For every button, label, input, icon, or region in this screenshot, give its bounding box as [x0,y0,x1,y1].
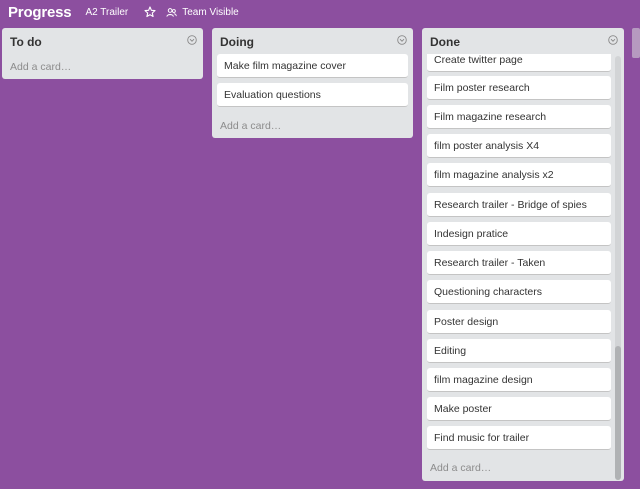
done-card-list[interactable]: Create twitter page Film poster research… [422,54,612,480]
list-menu-icon[interactable] [608,35,618,45]
card[interactable]: Film magazine research [427,105,611,129]
visibility-button[interactable]: Team Visible [166,7,239,18]
board-title[interactable]: Progress [8,4,72,21]
board-scrollbar[interactable] [632,28,640,58]
card[interactable]: Evaluation questions [217,83,408,107]
card[interactable]: Indesign pratice [427,222,611,246]
card[interactable]: Poster design [427,310,611,334]
list-doing: Doing Make film magazine cover Evaluatio… [212,28,413,138]
add-card-button[interactable]: Add a card… [10,61,71,73]
list-title[interactable]: Doing [212,28,413,54]
list-scrollbar[interactable] [615,56,621,480]
card[interactable]: Research trailer - Taken [427,251,611,275]
card[interactable]: film magazine design [427,368,611,392]
card[interactable]: Editing [427,339,611,363]
card[interactable]: Create twitter page [427,54,611,72]
card[interactable]: Film poster research [427,76,611,100]
org-name-link[interactable]: A2 Trailer [85,7,128,18]
list-done: Done Create twitter page Film poster res… [422,28,624,481]
card[interactable]: film magazine analysis x2 [427,163,611,187]
list-todo: To do Add a card… [2,28,203,79]
list-scrollbar-thumb[interactable] [615,346,621,480]
visibility-label: Team Visible [182,6,239,18]
add-card-button[interactable]: Add a card… [220,120,281,132]
card[interactable]: film poster analysis X4 [427,134,611,158]
list-title[interactable]: Done [422,28,624,54]
card[interactable]: Questioning characters [427,280,611,304]
card[interactable]: Make poster [427,397,611,421]
card[interactable]: Research trailer - Bridge of spies [427,193,611,217]
board-header: Progress A2 Trailer Team Visible [0,0,640,24]
star-icon[interactable] [144,6,156,18]
list-menu-icon[interactable] [187,35,197,45]
list-menu-icon[interactable] [397,35,407,45]
add-card-button[interactable]: Add a card… [430,462,491,474]
list-title[interactable]: To do [2,28,203,54]
team-icon [166,7,177,17]
card[interactable]: Find music for trailer [427,426,611,450]
card[interactable]: Make film magazine cover [217,54,408,78]
